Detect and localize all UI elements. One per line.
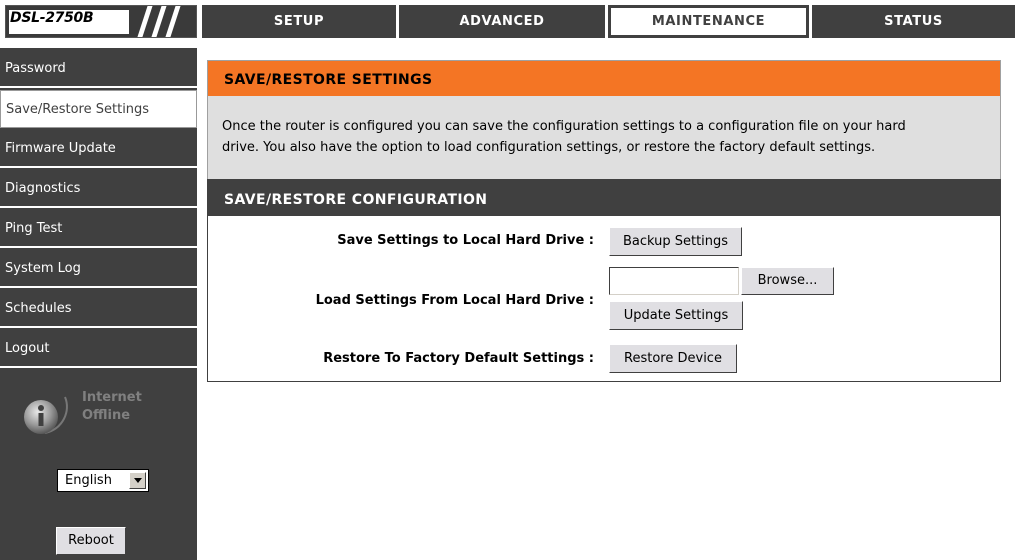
info-offline-icon: [24, 396, 68, 434]
restore-device-button[interactable]: Restore Device: [609, 344, 737, 373]
reboot-button[interactable]: Reboot: [56, 527, 126, 555]
config-title: SAVE/RESTORE CONFIGURATION: [208, 180, 1000, 216]
dropdown-arrow-icon[interactable]: [129, 472, 146, 489]
backup-settings-button[interactable]: Backup Settings: [609, 227, 742, 256]
load-settings-label: Load Settings From Local Hard Drive :: [315, 293, 594, 308]
browse-button[interactable]: Browse...: [741, 267, 834, 295]
sidebar-item-logout[interactable]: Logout: [0, 330, 197, 368]
sidebar-item-ping-test[interactable]: Ping Test: [0, 210, 197, 248]
sidebar-item-schedules[interactable]: Schedules: [0, 290, 197, 328]
save-settings-label: Save Settings to Local Hard Drive :: [337, 233, 594, 248]
config-panel: SAVE/RESTORE CONFIGURATION Save Settings…: [207, 179, 1001, 382]
language-select[interactable]: English: [57, 469, 149, 492]
intro-panel: SAVE/RESTORE SETTINGS Once the router is…: [207, 60, 1001, 197]
sidebar-item-firmware-update[interactable]: Firmware Update: [0, 130, 197, 168]
top-bar: DSL-2750B SETUP ADVANCED MAINTENANCE STA…: [0, 0, 1015, 47]
sidebar-item-save-restore[interactable]: Save/Restore Settings: [0, 90, 197, 128]
language-value: English: [65, 473, 112, 488]
internet-status: Internet Offline: [82, 390, 142, 423]
intro-title: SAVE/RESTORE SETTINGS: [208, 61, 1000, 96]
sidebar-item-diagnostics[interactable]: Diagnostics: [0, 170, 197, 208]
tab-status[interactable]: STATUS: [812, 5, 1015, 38]
file-path-input[interactable]: [609, 267, 739, 295]
tab-maintenance[interactable]: MAINTENANCE: [608, 5, 809, 38]
intro-text: Once the router is configured you can sa…: [222, 119, 906, 155]
restore-defaults-label: Restore To Factory Default Settings :: [323, 351, 594, 366]
sidebar-item-password[interactable]: Password: [0, 50, 197, 88]
sidebar-item-system-log[interactable]: System Log: [0, 250, 197, 288]
update-settings-button[interactable]: Update Settings: [609, 301, 743, 330]
tab-setup[interactable]: SETUP: [202, 5, 396, 38]
model-logo: DSL-2750B: [5, 5, 197, 38]
model-name: DSL-2750B: [10, 10, 94, 26]
tab-advanced[interactable]: ADVANCED: [399, 5, 605, 38]
